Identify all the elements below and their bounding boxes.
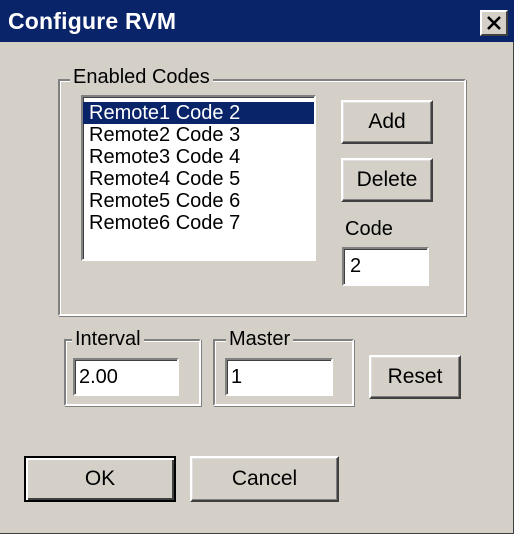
code-label: Code: [345, 218, 393, 240]
delete-button[interactable]: Delete: [341, 158, 433, 202]
title-bar[interactable]: Configure RVM: [0, 0, 514, 42]
configure-rvm-dialog: Configure RVM Enabled Codes Remote1 Code…: [0, 0, 514, 534]
interval-input[interactable]: 2.00: [73, 358, 179, 396]
window-title: Configure RVM: [8, 8, 177, 34]
interval-legend: Interval: [72, 328, 144, 350]
master-input[interactable]: 1: [225, 358, 333, 396]
list-item[interactable]: Remote5 Code 6: [83, 190, 314, 212]
ok-button[interactable]: OK: [24, 456, 176, 502]
master-input-value: 1: [231, 366, 243, 388]
list-item[interactable]: Remote1 Code 2: [83, 102, 314, 124]
list-item[interactable]: Remote2 Code 3: [83, 124, 314, 146]
reset-button[interactable]: Reset: [369, 355, 461, 399]
close-icon: [487, 16, 501, 30]
add-button[interactable]: Add: [341, 100, 433, 144]
list-item[interactable]: Remote4 Code 5: [83, 168, 314, 190]
interval-input-value: 2.00: [79, 366, 118, 388]
list-item[interactable]: Remote6 Code 7: [83, 212, 314, 234]
codes-listbox[interactable]: Remote1 Code 2 Remote2 Code 3 Remote3 Code…: [81, 95, 316, 261]
code-input[interactable]: 2: [342, 247, 429, 286]
code-input-value: 2: [350, 255, 362, 277]
cancel-button[interactable]: Cancel: [190, 456, 339, 502]
enabled-codes-legend: Enabled Codes: [70, 66, 213, 88]
list-item[interactable]: Remote3 Code 4: [83, 146, 314, 168]
master-legend: Master: [226, 328, 294, 350]
close-button[interactable]: [480, 10, 508, 36]
